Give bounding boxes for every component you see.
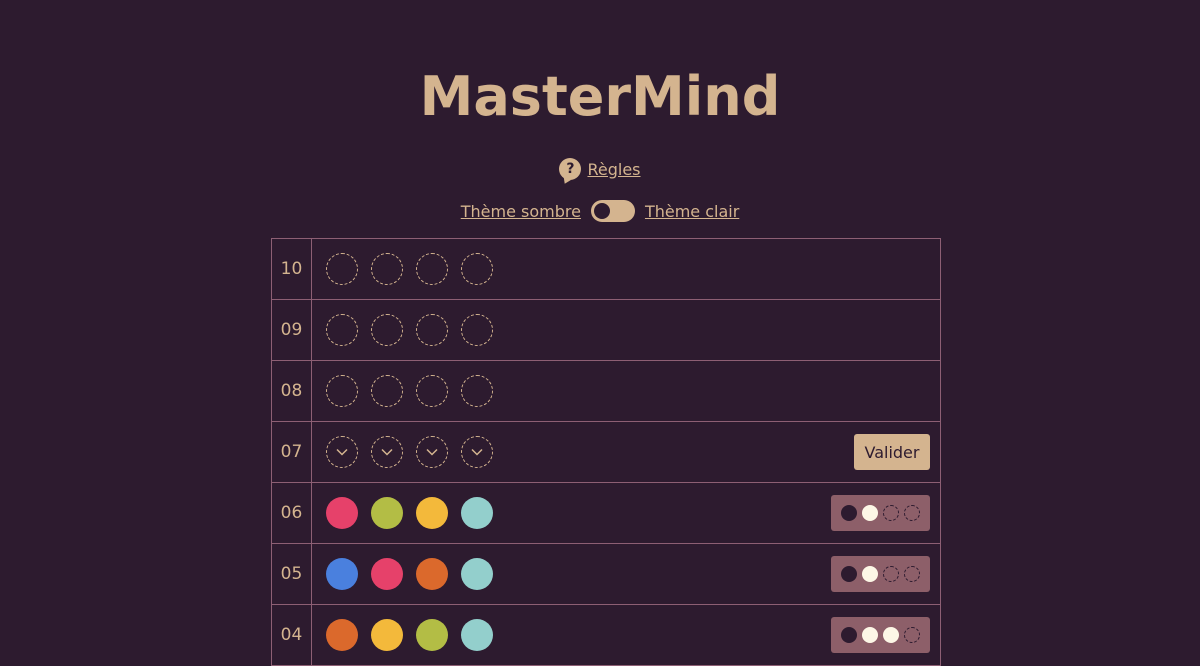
peg-slots <box>326 375 493 407</box>
board-row: 05 <box>271 544 941 605</box>
row-number: 04 <box>272 605 312 665</box>
color-peg <box>416 619 448 651</box>
board-row: 09 <box>271 300 941 361</box>
color-peg <box>326 558 358 590</box>
color-peg <box>461 619 493 651</box>
game-board: 10 09 08 07 Valider 06 05 04 <box>271 238 941 666</box>
validate-button[interactable]: Valider <box>854 434 930 470</box>
empty-peg-slot <box>461 375 493 407</box>
chevron-down-icon <box>471 448 483 456</box>
peg-slots <box>326 619 493 651</box>
color-peg <box>371 497 403 529</box>
color-peg <box>461 497 493 529</box>
feedback-peg-black <box>841 566 857 582</box>
color-peg <box>461 558 493 590</box>
chevron-down-icon <box>426 448 438 456</box>
theme-switcher: Thème sombre Thème clair <box>0 200 1200 222</box>
feedback-peg-white <box>862 566 878 582</box>
dark-theme-link[interactable]: Thème sombre <box>461 202 581 221</box>
color-select-slot[interactable] <box>326 436 358 468</box>
empty-peg-slot <box>371 314 403 346</box>
peg-slots <box>326 314 493 346</box>
empty-peg-slot <box>326 253 358 285</box>
color-select-slot[interactable] <box>371 436 403 468</box>
color-select-slot[interactable] <box>416 436 448 468</box>
peg-slots <box>326 253 493 285</box>
empty-peg-slot <box>371 375 403 407</box>
empty-peg-slot <box>416 314 448 346</box>
empty-peg-slot <box>371 253 403 285</box>
empty-peg-slot <box>461 314 493 346</box>
feedback-peg-none <box>904 505 920 521</box>
feedback-peg-none <box>904 566 920 582</box>
feedback-peg-none <box>904 627 920 643</box>
color-select-slot[interactable] <box>461 436 493 468</box>
feedback-peg-none <box>883 505 899 521</box>
app-title: MasterMind <box>419 65 781 128</box>
empty-peg-slot <box>326 314 358 346</box>
board-row: 07 Valider <box>271 422 941 483</box>
empty-peg-slot <box>326 375 358 407</box>
row-number: 08 <box>272 361 312 421</box>
peg-slots <box>326 436 493 468</box>
row-number: 05 <box>272 544 312 604</box>
feedback-peg-black <box>841 505 857 521</box>
toggle-knob <box>593 203 610 219</box>
light-theme-link[interactable]: Thème clair <box>645 202 739 221</box>
board-row: 06 <box>271 483 941 544</box>
row-number: 06 <box>272 483 312 543</box>
theme-toggle[interactable] <box>590 200 635 222</box>
color-peg <box>326 497 358 529</box>
row-number: 10 <box>272 239 312 299</box>
question-bubble-icon[interactable]: ? <box>559 158 582 180</box>
rules-link[interactable]: Règles <box>587 160 640 179</box>
color-peg <box>416 558 448 590</box>
rules-link-group[interactable]: ? Règles <box>0 158 1200 180</box>
chevron-down-icon <box>336 448 348 456</box>
board-row: 10 <box>271 239 941 300</box>
feedback-peg-black <box>841 627 857 643</box>
peg-slots <box>326 558 493 590</box>
feedback-peg-white <box>883 627 899 643</box>
row-number: 07 <box>272 422 312 482</box>
feedback-peg-none <box>883 566 899 582</box>
color-peg <box>326 619 358 651</box>
feedback-panel <box>831 495 930 531</box>
board-row: 04 <box>271 605 941 666</box>
color-peg <box>371 619 403 651</box>
color-peg <box>416 497 448 529</box>
empty-peg-slot <box>416 253 448 285</box>
empty-peg-slot <box>416 375 448 407</box>
row-number: 09 <box>272 300 312 360</box>
feedback-panel <box>831 617 930 653</box>
empty-peg-slot <box>461 253 493 285</box>
color-peg <box>371 558 403 590</box>
peg-slots <box>326 497 493 529</box>
feedback-peg-white <box>862 627 878 643</box>
board-row: 08 <box>271 361 941 422</box>
feedback-panel <box>831 556 930 592</box>
chevron-down-icon <box>381 448 393 456</box>
feedback-peg-white <box>862 505 878 521</box>
